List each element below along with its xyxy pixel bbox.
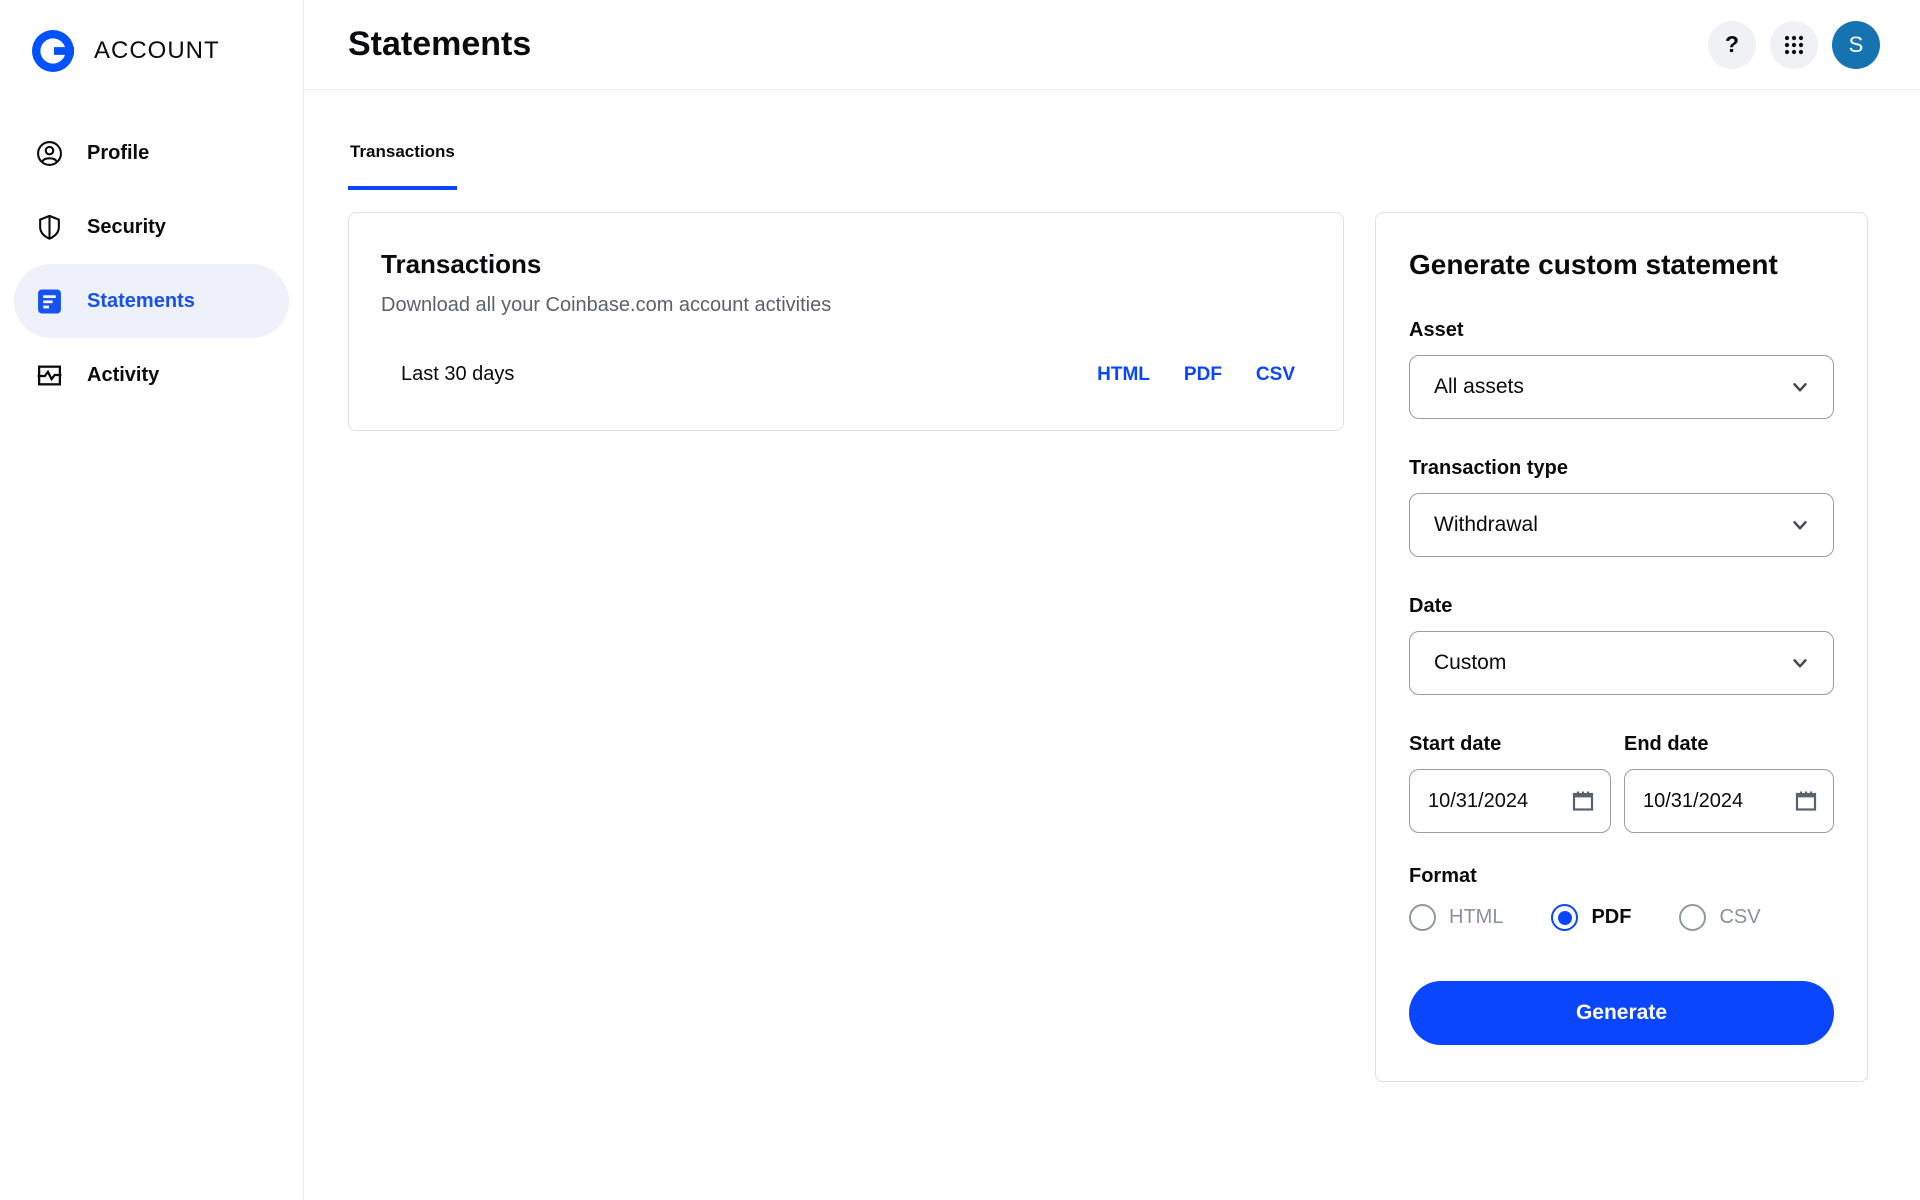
date-label: Date	[1409, 595, 1453, 617]
activity-icon	[36, 362, 63, 389]
download-html-link[interactable]: HTML	[1097, 364, 1150, 386]
asset-label: Asset	[1409, 319, 1464, 341]
sidebar-nav: Profile Security Statements Activity	[0, 116, 303, 412]
topbar: Statements ? S	[304, 0, 1920, 90]
download-pdf-link[interactable]: PDF	[1184, 364, 1222, 386]
sidebar-item-label: Profile	[87, 141, 150, 164]
generate-button[interactable]: Generate	[1409, 981, 1834, 1045]
brand: ACCOUNT	[0, 0, 303, 72]
chevron-down-icon	[1793, 521, 1807, 530]
card-subtitle: Download all your Coinbase.com account a…	[381, 294, 832, 316]
radio-selected-icon	[1551, 904, 1579, 931]
download-links: HTML PDF CSV	[1097, 364, 1295, 386]
format-label: Format	[1409, 865, 1477, 887]
radio-icon	[1409, 904, 1436, 931]
account-app: ACCOUNT Profile Security Statements Acti…	[0, 0, 1920, 1200]
asset-select[interactable]: All assets	[1409, 355, 1834, 419]
tab-transactions[interactable]: Transactions	[348, 142, 457, 190]
transaction-type-select[interactable]: Withdrawal	[1409, 493, 1834, 557]
sidebar-item-label: Security	[87, 215, 166, 238]
end-date-input[interactable]: 10/31/2024	[1624, 769, 1834, 833]
start-date-value: 10/31/2024	[1428, 789, 1529, 812]
chevron-down-icon	[1793, 659, 1807, 668]
statements-icon	[36, 288, 63, 315]
sidebar-item-statements[interactable]: Statements	[14, 264, 289, 338]
download-csv-link[interactable]: CSV	[1256, 364, 1295, 386]
panel-title: Generate custom statement	[1409, 249, 1778, 280]
card-title: Transactions	[381, 249, 542, 279]
start-date-input[interactable]: 10/31/2024	[1409, 769, 1611, 833]
format-radio-group: HTML PDF CSV	[1409, 904, 1834, 931]
sidebar-item-label: Activity	[87, 363, 160, 386]
format-option-html[interactable]: HTML	[1409, 904, 1503, 931]
end-date-value: 10/31/2024	[1643, 789, 1744, 812]
format-option-csv[interactable]: CSV	[1679, 904, 1761, 931]
generate-statement-panel: Generate custom statement Asset All asse…	[1375, 212, 1868, 1082]
question-mark-icon: ?	[1724, 31, 1740, 57]
start-date-label: Start date	[1409, 733, 1502, 755]
transaction-type-select-value: Withdrawal	[1434, 513, 1538, 536]
date-select-value: Custom	[1434, 651, 1507, 674]
grid-icon	[1784, 35, 1804, 54]
calendar-icon	[1795, 791, 1817, 811]
page-title: Statements	[348, 25, 532, 63]
sidebar-item-label: Statements	[87, 289, 195, 312]
content: Transactions Transactions Download all y…	[304, 90, 1920, 1082]
chevron-down-icon	[1793, 383, 1807, 392]
asset-select-value: All assets	[1434, 375, 1524, 398]
avatar[interactable]: S	[1832, 20, 1880, 69]
shield-icon	[36, 214, 63, 241]
transactions-card: Transactions Download all your Coinbase.…	[348, 212, 1344, 431]
sidebar: ACCOUNT Profile Security Statements Acti…	[0, 0, 304, 1200]
apps-button[interactable]	[1770, 20, 1818, 69]
topbar-actions: ? S	[1708, 20, 1880, 69]
radio-icon	[1679, 904, 1707, 931]
transaction-type-label: Transaction type	[1409, 457, 1568, 479]
sidebar-item-security[interactable]: Security	[14, 190, 289, 264]
profile-icon	[36, 140, 63, 167]
tabs: Transactions	[348, 142, 1868, 190]
end-date-label: End date	[1624, 733, 1709, 755]
date-select[interactable]: Custom	[1409, 631, 1834, 695]
statement-period-label: Last 30 days	[401, 363, 515, 385]
sidebar-item-profile[interactable]: Profile	[14, 116, 289, 190]
coinbase-logo-icon	[32, 30, 74, 72]
sidebar-item-activity[interactable]: Activity	[14, 338, 289, 412]
help-button[interactable]: ?	[1708, 20, 1756, 69]
main-area: Statements ? S Transactions Transactions…	[304, 0, 1920, 1200]
format-option-pdf[interactable]: PDF	[1551, 904, 1631, 931]
calendar-icon	[1572, 791, 1594, 811]
brand-name: ACCOUNT	[94, 37, 220, 64]
statement-row: Last 30 days HTML PDF CSV	[381, 363, 1295, 386]
